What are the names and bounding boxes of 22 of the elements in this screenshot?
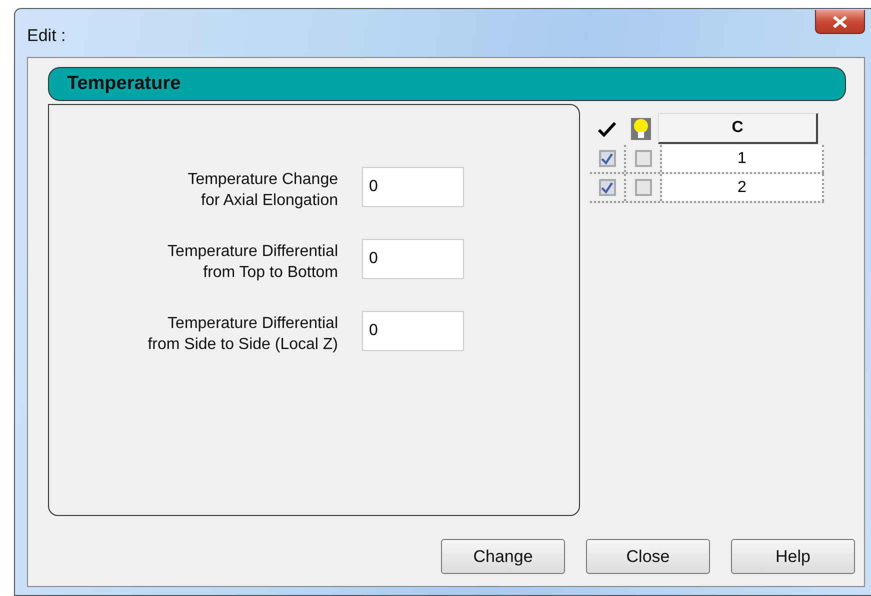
lightbulb-icon bbox=[631, 118, 651, 140]
field-label: Temperature Change for Axial Elongation bbox=[188, 170, 338, 211]
column-header[interactable]: C bbox=[658, 113, 818, 144]
window-title: Edit : bbox=[27, 26, 66, 46]
section-header: Temperature bbox=[48, 67, 846, 101]
checkbox[interactable] bbox=[598, 150, 616, 167]
checkmark-icon bbox=[598, 120, 616, 136]
field-label: Temperature Differential from Top to Bottom bbox=[168, 242, 338, 283]
checkbox[interactable] bbox=[634, 179, 652, 196]
input-field[interactable]: 0 bbox=[362, 311, 464, 351]
table-cell: 2 bbox=[662, 174, 824, 201]
dialog-button[interactable]: Close bbox=[586, 539, 710, 574]
dialog-button[interactable]: Change bbox=[441, 539, 565, 574]
input-field[interactable]: 0 bbox=[362, 239, 464, 279]
field-label: Temperature Differential from Side to Side (Local Z) bbox=[148, 314, 338, 355]
checkbox[interactable] bbox=[598, 179, 616, 196]
input-field[interactable]: 0 bbox=[362, 167, 464, 207]
close-icon bbox=[832, 16, 848, 28]
table-cell: 1 bbox=[662, 145, 824, 172]
dialog-button[interactable]: Help bbox=[731, 539, 855, 574]
close-button[interactable] bbox=[815, 10, 865, 34]
checkbox[interactable] bbox=[634, 150, 652, 167]
